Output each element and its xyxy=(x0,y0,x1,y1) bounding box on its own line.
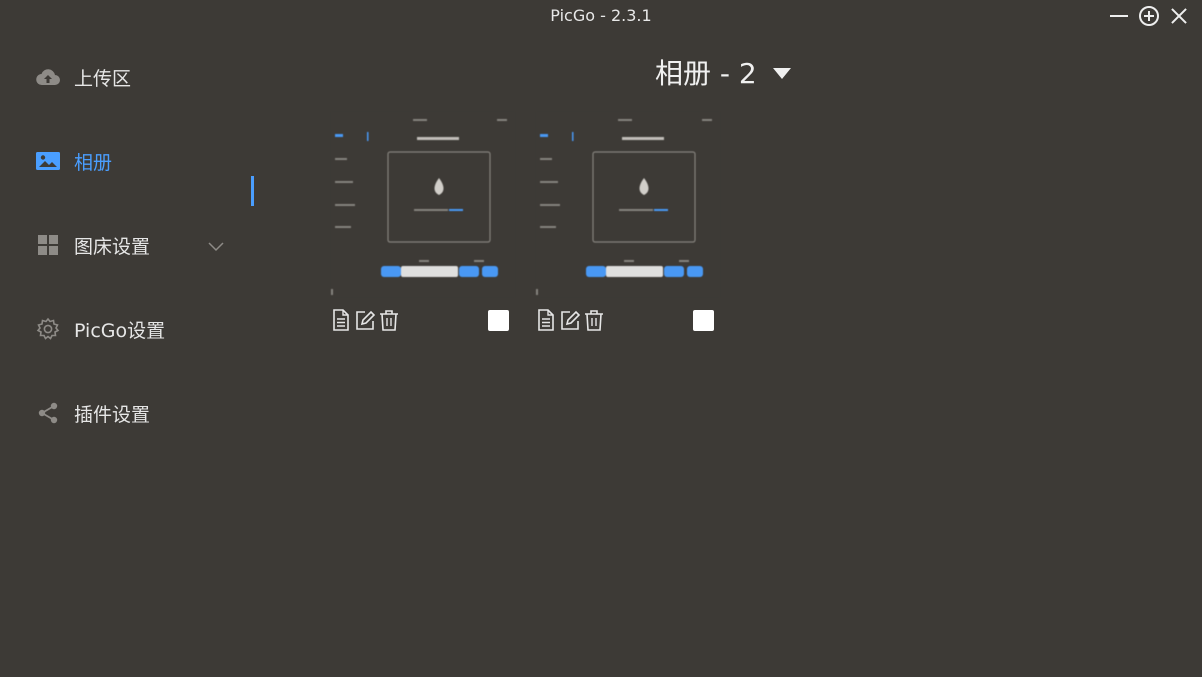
edit-icon[interactable] xyxy=(560,309,580,331)
chevron-down-icon[interactable] xyxy=(208,237,224,256)
document-icon[interactable] xyxy=(536,309,556,331)
app-window: PicGo - 2.3.1 上传区 相册 图床设置 PicGo设置 插件设置 相… xyxy=(0,0,1202,677)
caret-down-icon xyxy=(772,67,791,79)
page-title: 相册 - 2 xyxy=(655,57,757,90)
active-indicator xyxy=(251,176,254,206)
sidebar-item-picgo-settings[interactable]: PicGo设置 xyxy=(36,311,256,347)
title-bar: PicGo - 2.3.1 xyxy=(0,0,1202,32)
window-title: PicGo - 2.3.1 xyxy=(550,6,652,25)
sidebar-item-label: 图床设置 xyxy=(74,235,151,258)
sidebar-item-label: 相册 xyxy=(74,151,113,174)
trash-icon[interactable] xyxy=(584,309,604,331)
trash-icon[interactable] xyxy=(379,309,399,331)
image-icon xyxy=(36,149,60,173)
select-checkbox[interactable] xyxy=(693,310,714,331)
sidebar-item-label: PicGo设置 xyxy=(74,319,166,342)
cloud-upload-icon xyxy=(36,65,60,89)
edit-icon[interactable] xyxy=(355,309,375,331)
close-icon[interactable] xyxy=(1168,5,1190,27)
gear-icon xyxy=(36,317,60,341)
sidebar-item-label: 插件设置 xyxy=(74,403,151,426)
sidebar: 上传区 相册 图床设置 PicGo设置 插件设置 xyxy=(0,32,262,677)
image-thumbnail[interactable] xyxy=(536,112,720,297)
sidebar-item-upload[interactable]: 上传区 xyxy=(36,59,256,95)
document-icon[interactable] xyxy=(331,309,351,331)
maximize-icon[interactable] xyxy=(1138,5,1160,27)
image-card[interactable] xyxy=(331,112,515,342)
card-toolbar xyxy=(536,309,604,331)
grid-icon xyxy=(36,233,60,257)
album-title-dropdown[interactable]: 相册 - 2 xyxy=(655,52,791,92)
share-icon xyxy=(36,401,60,425)
window-controls xyxy=(1108,5,1190,27)
sidebar-item-picbed-settings[interactable]: 图床设置 xyxy=(36,227,256,263)
minimize-icon[interactable] xyxy=(1108,5,1130,27)
sidebar-item-album[interactable]: 相册 xyxy=(36,143,256,179)
select-checkbox[interactable] xyxy=(488,310,509,331)
image-card[interactable] xyxy=(536,112,720,342)
card-toolbar xyxy=(331,309,399,331)
sidebar-item-plugin-settings[interactable]: 插件设置 xyxy=(36,395,256,431)
sidebar-item-label: 上传区 xyxy=(74,67,132,90)
image-thumbnail[interactable] xyxy=(331,112,515,297)
